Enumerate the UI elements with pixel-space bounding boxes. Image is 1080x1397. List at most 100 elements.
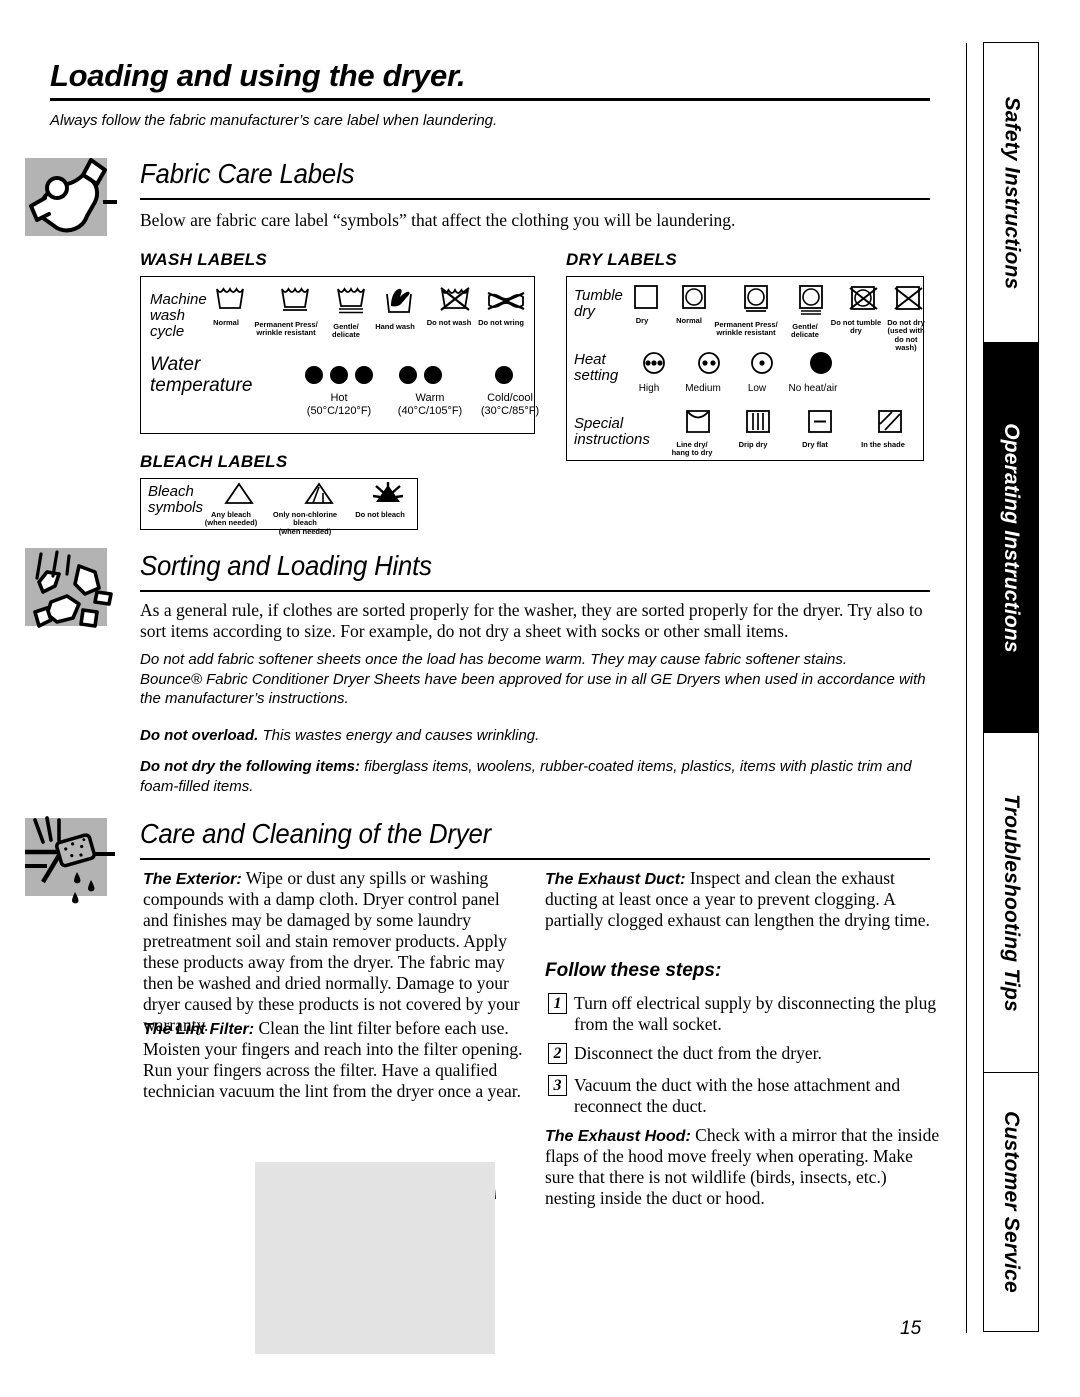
caption: Permanent Press/wrinkle resistant — [714, 320, 778, 338]
sidebar-tab-label: Customer Service — [1000, 1111, 1024, 1293]
sidebar-tab-troubleshooting-tips[interactable]: Troubleshooting Tips — [984, 733, 1038, 1073]
triangle-do-not-bleach-icon: Do not bleach — [348, 480, 412, 519]
sidebar-tab-label: Safety Instructions — [1000, 96, 1023, 289]
step-3: 3 Vacuum the duct with the hose attachme… — [548, 1075, 938, 1117]
do-not-wring-icon: Do not wring — [472, 290, 530, 327]
water-temperature-label: Water temperature — [150, 354, 253, 396]
caption: Do not dry (used with do not wash) — [887, 318, 925, 353]
step-text: Turn off electrical supply by disconnect… — [574, 993, 937, 1034]
caption: Low — [747, 383, 767, 394]
heat-setting-label: Heat setting — [574, 351, 619, 385]
caption: Permanent Press/wrinkle resistant — [254, 320, 318, 338]
step-text: Vacuum the duct with the hose attachment… — [574, 1075, 901, 1116]
softener-note: Do not add fabric softener sheets once t… — [140, 651, 848, 668]
step-2: 2 Disconnect the duct from the dryer. — [548, 1043, 938, 1064]
exterior-rest: Wipe or dust any spills or washing compo… — [143, 868, 520, 1036]
section-tabs-sidebar: Safety Instructions Operating Instructio… — [966, 42, 1039, 1333]
sidebar-tab-label: Troubleshooting Tips — [1000, 793, 1024, 1012]
caption: Do not bleach — [355, 510, 405, 519]
page-subtitle: Always follow the fabric manufacturer’s … — [50, 112, 498, 129]
triangle-any-bleach-icon: Any bleach (when needed) — [200, 482, 262, 528]
fabric-care-heading: Fabric Care Labels — [140, 158, 355, 189]
wiping-sponge-icon — [25, 816, 115, 904]
washtub-permanent-press-icon: Permanent Press/wrinkle resistant — [253, 286, 319, 338]
square-permanent-press-icon: Permanent Press/wrinkle resistant — [712, 284, 780, 338]
square-do-not-tumble-dry-icon: Do not tumble dry — [825, 284, 887, 336]
exhaust-hood-bold: The Exhaust Hood: — [545, 1128, 691, 1145]
do-not-overload-rest: This wastes energy and causes wrinkling. — [258, 727, 540, 744]
square-normal-icon: Normal — [667, 284, 711, 325]
step-text: Disconnect the duct from the dryer. — [574, 1043, 822, 1063]
caption: Normal — [676, 316, 702, 325]
caption: Any bleach (when needed) — [204, 510, 258, 528]
caption: No heat/air — [788, 383, 838, 394]
exterior-bold: The Exterior: — [143, 871, 242, 888]
sidebar-tab-customer-service[interactable]: Customer Service — [984, 1073, 1038, 1331]
sorting-paragraph-2: Do not add fabric softener sheets once t… — [140, 650, 945, 709]
washtub-hand-wash-icon: Hand wash — [372, 288, 418, 331]
caption: Hand wash — [375, 322, 415, 331]
caption: Gentle/delicate — [791, 322, 819, 340]
dry-labels-title: DRY LABELS — [566, 250, 678, 269]
bleach-labels-title: BLEACH LABELS — [140, 452, 288, 471]
caption: Dry — [635, 316, 649, 325]
caption: Normal — [213, 318, 239, 327]
caption: Dry flat — [802, 440, 828, 449]
bounce-note: Bounce® Fabric Conditioner Dryer Sheets … — [140, 670, 926, 708]
drip-dry-icon: Drip dry — [730, 408, 776, 449]
caption: Gentle/delicate — [332, 322, 360, 340]
page-title: Loading and using the dryer. — [50, 58, 466, 93]
cold-caption: Cold/cool (30°C/85°F) — [480, 392, 540, 417]
washtub-do-not-wash-icon: Do not wash — [420, 286, 478, 327]
square-dry-icon: Dry — [622, 284, 662, 325]
machine-wash-cycle-label: Machine wash cycle — [150, 291, 207, 341]
exhaust-duct-paragraph: The Exhaust Duct: Inspect and clean the … — [545, 868, 935, 931]
dry-flat-icon: Dry flat — [792, 408, 838, 449]
title-rule — [50, 98, 930, 101]
main-content: Loading and using the dryer. Always foll… — [0, 0, 950, 1397]
sidebar-tab-safety-instructions[interactable]: Safety Instructions — [984, 43, 1038, 343]
caption: Do not tumble dry — [830, 318, 882, 336]
care-heading: Care and Cleaning of the Dryer — [140, 818, 492, 849]
exterior-paragraph: The Exterior: Wipe or dust any spills or… — [143, 868, 528, 1036]
circle-high-heat-icon: High — [627, 350, 671, 394]
do-not-overload-bold: Do not overload. — [140, 727, 259, 744]
caption: Only non-chlorine bleach (when needed) — [272, 510, 338, 536]
fabric-care-intro: Below are fabric care label “symbols” th… — [140, 210, 736, 230]
bleach-symbols-label: Bleach symbols — [148, 483, 204, 517]
do-not-dry-items-note: Do not dry the following items: fibergla… — [140, 757, 945, 796]
washtub-normal-icon: Normal — [203, 286, 249, 327]
step-number: 3 — [548, 1075, 567, 1096]
step-1: 1 Turn off electrical supply by disconne… — [548, 993, 938, 1035]
square-gentle-icon: Gentle/delicate — [780, 284, 830, 340]
manual-page: Loading and using the dryer. Always foll… — [0, 0, 1080, 1397]
step-number: 2 — [548, 1043, 567, 1064]
care-rule — [140, 858, 930, 860]
sidebar-tab-operating-instructions[interactable]: Operating Instructions — [984, 343, 1038, 733]
sorting-rule — [140, 590, 930, 592]
line-dry-icon: Line dry/hang to dry — [666, 408, 718, 458]
circle-no-heat-icon: No heat/air — [785, 350, 841, 394]
triangle-non-chlorine-bleach-icon: Only non-chlorine bleach (when needed) — [262, 482, 348, 536]
folded-shirt-icon — [25, 158, 117, 236]
hot-caption: Hot (50°C/120°F) — [306, 392, 372, 417]
sorting-paragraph-1: As a general rule, if clothes are sorted… — [140, 600, 923, 642]
exhaust-duct-bold: The Exhaust Duct: — [545, 871, 686, 888]
sidebar-tab-label: Operating Instructions — [1000, 422, 1023, 653]
do-not-dry-bold: Do not dry the following items: — [140, 758, 360, 775]
caption: Line dry/hang to dry — [671, 440, 713, 458]
circle-low-heat-icon: Low — [735, 350, 779, 394]
caption: Do not wash — [426, 318, 472, 327]
tumbling-clothes-icon — [25, 548, 113, 628]
in-the-shade-icon: In the shade — [855, 408, 911, 449]
special-instructions-label: Special instructions — [574, 415, 650, 449]
dryer-lint-filter-illustration — [243, 1158, 538, 1358]
square-do-not-dry-icon: Do not dry (used with do not wash) — [884, 284, 928, 353]
exhaust-hood-paragraph: The Exhaust Hood: Check with a mirror th… — [545, 1125, 940, 1209]
wash-labels-title: WASH LABELS — [140, 250, 268, 269]
washtub-gentle-icon: Gentle/delicate — [320, 286, 372, 340]
sorting-heading: Sorting and Loading Hints — [140, 550, 432, 581]
step-number: 1 — [548, 993, 567, 1014]
do-not-overload-note: Do not overload. This wastes energy and … — [140, 726, 945, 746]
follow-steps-heading: Follow these steps: — [545, 960, 722, 981]
